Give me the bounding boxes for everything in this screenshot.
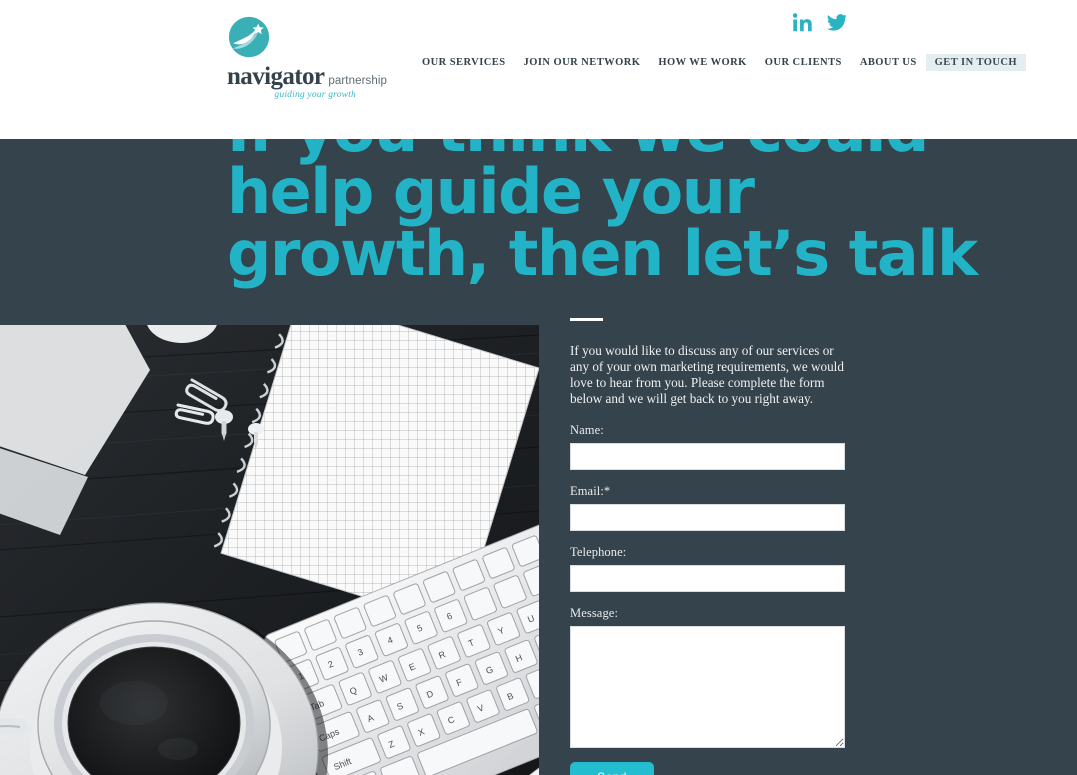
message-textarea[interactable] xyxy=(570,626,845,748)
hero-line-3: growth, then let’s talk xyxy=(227,217,978,290)
email-input[interactable] xyxy=(570,504,845,531)
telephone-label: Telephone: xyxy=(570,545,627,559)
site-header: navigator partnership guiding your growt… xyxy=(0,0,1077,139)
nav-item-our-clients[interactable]: OUR CLIENTS xyxy=(756,54,851,71)
site-logo[interactable]: navigator partnership guiding your growt… xyxy=(227,16,387,100)
nav-item-join-our-network[interactable]: JOIN OUR NETWORK xyxy=(515,54,650,71)
logo-tagline: guiding your growth xyxy=(274,90,356,100)
email-label: Email:* xyxy=(570,484,611,498)
desk-photo: 123 456 TabQW ERT YU CapsAS DFG HJ Shift… xyxy=(0,325,539,775)
logo-subtitle: partnership xyxy=(328,75,388,87)
hero-line-2: help guide your xyxy=(227,155,755,228)
nav-item-how-we-work[interactable]: HOW WE WORK xyxy=(649,54,755,71)
telephone-input[interactable] xyxy=(570,565,845,592)
social-links xyxy=(792,12,848,33)
section-divider xyxy=(570,318,603,321)
message-label: Message: xyxy=(570,606,619,620)
contact-page: navigator partnership guiding your growt… xyxy=(0,0,1077,775)
main-navigation: OUR SERVICES JOIN OUR NETWORK HOW WE WOR… xyxy=(413,54,1027,71)
logo-name: navigator xyxy=(227,63,325,90)
contact-form: Name: Email:* Telephone: Message: Send xyxy=(570,423,846,775)
contact-intro-text: If you would like to discuss any of our … xyxy=(570,343,844,406)
contact-panel: If you would like to discuss any of our … xyxy=(570,318,846,775)
navigator-globe-swoosh-icon xyxy=(228,16,270,58)
nav-item-get-in-touch[interactable]: GET IN TOUCH xyxy=(925,54,1027,71)
linkedin-icon[interactable] xyxy=(792,12,813,33)
twitter-icon[interactable] xyxy=(826,12,848,33)
send-button[interactable]: Send xyxy=(570,762,654,775)
name-input[interactable] xyxy=(570,443,845,470)
nav-item-about-us[interactable]: ABOUT US xyxy=(851,54,926,71)
nav-item-our-services[interactable]: OUR SERVICES xyxy=(413,54,515,71)
name-label: Name: xyxy=(570,423,604,437)
